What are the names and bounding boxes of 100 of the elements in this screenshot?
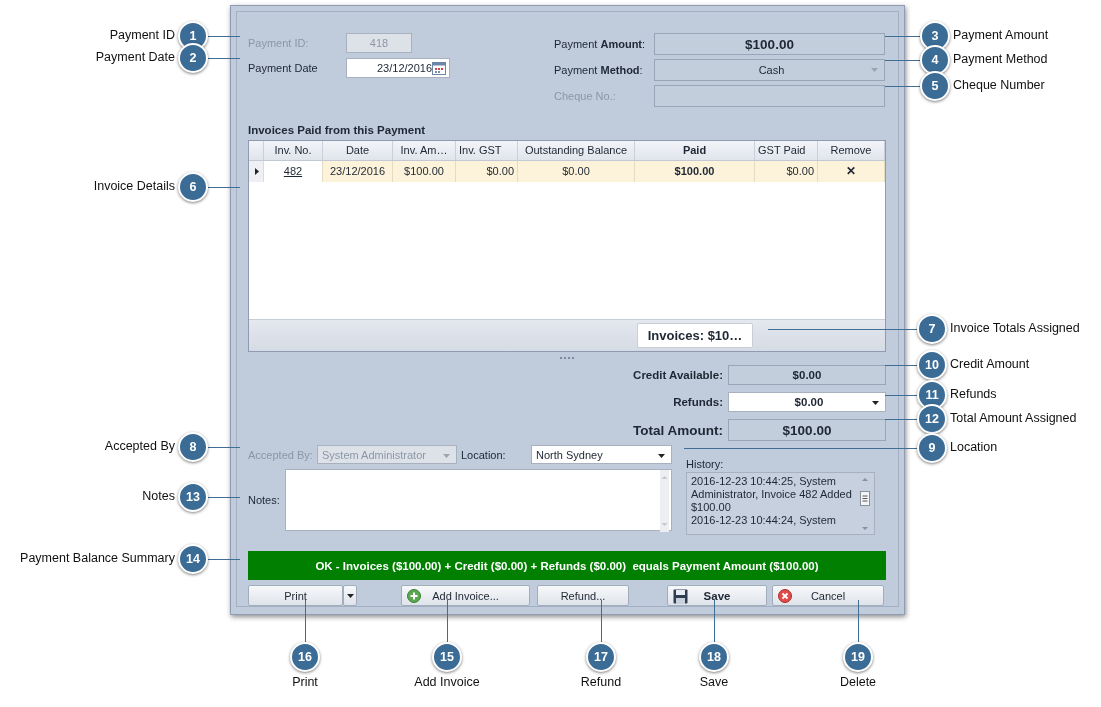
callout-label: Invoice Details <box>93 179 175 193</box>
field-label: Payment Amount: <box>554 38 647 50</box>
callout-label: Delete <box>838 675 878 689</box>
credit-field[interactable]: $0.00 <box>728 365 886 386</box>
callout-badge: 2 <box>178 43 208 73</box>
plus-icon <box>407 589 421 603</box>
leader-line <box>885 365 918 366</box>
leader-line <box>447 600 448 643</box>
leader-line <box>207 497 240 498</box>
callout-badge: 9 <box>917 433 947 463</box>
callout-label: Print <box>291 675 319 689</box>
status-bar: OK - Invoices ($100.00) + Credit ($0.00) + Refunds ($0.00) equals Payment Amount ($100.00) <box>248 551 886 580</box>
history-entry: 2016-12-23 10:44:25, System Administrator, Invoice 482 Added $100.00 <box>691 475 853 515</box>
caret-icon <box>443 454 450 459</box>
column-header[interactable]: Inv. No. <box>263 140 323 161</box>
leader-line <box>885 86 921 87</box>
field-label: Credit Available: <box>633 369 723 382</box>
field-label: Total Amount: <box>633 422 723 438</box>
callout-badge: 19 <box>843 642 873 672</box>
leader-line <box>885 395 918 396</box>
caret-icon <box>872 401 879 406</box>
callout-label: Payment Method <box>953 52 1048 66</box>
field-label: Payment Date <box>248 62 319 74</box>
field-label: Location: <box>461 448 507 461</box>
leader-line <box>305 600 306 643</box>
column-header[interactable]: Inv. GST <box>455 140 518 161</box>
leader-line <box>207 187 240 188</box>
leader-line <box>207 447 240 448</box>
remove-button[interactable]: ✕ <box>846 164 856 179</box>
callout-badge: 8 <box>178 432 208 462</box>
total-field[interactable]: $100.00 <box>728 419 886 442</box>
method-dropdown[interactable]: Cash <box>654 59 885 81</box>
callout-badge: 7 <box>917 314 947 344</box>
column-header[interactable]: Remove <box>817 140 885 161</box>
field-label: Refunds: <box>673 396 723 409</box>
print-button[interactable]: Print <box>248 585 343 606</box>
section-title: Invoices Paid from this Payment <box>248 124 427 138</box>
column-header[interactable]: Paid <box>634 140 755 161</box>
invoices-total: Invoices: $10… <box>637 323 753 349</box>
callout-label: Refunds <box>950 387 997 401</box>
refunds-dropdown[interactable]: $0.00 <box>728 392 886 413</box>
callout-badge: 6 <box>178 172 208 202</box>
location-dropdown[interactable]: North Sydney <box>531 445 672 465</box>
table-cell: $0.00 <box>786 165 814 178</box>
callout-label: Accepted By <box>104 439 175 453</box>
callout-label: Payment Balance Summary <box>20 551 175 565</box>
leader-line <box>885 60 921 61</box>
cancel-button[interactable]: Cancel <box>772 585 884 606</box>
callout-badge: 12 <box>917 404 947 434</box>
scrollbar <box>660 470 669 533</box>
table-cell: $100.00 <box>674 165 715 178</box>
leader-line <box>601 600 602 643</box>
column-header[interactable]: Outstanding Balance <box>517 140 635 161</box>
cancel-icon <box>778 589 792 603</box>
callout-label: Add Invoice <box>413 675 481 689</box>
leader-line <box>858 600 859 643</box>
field-label: Payment Method: <box>554 64 644 76</box>
amount-field[interactable]: $100.00 <box>654 33 885 55</box>
callout-badge: 17 <box>586 642 616 672</box>
callout-badge: 14 <box>178 544 208 574</box>
callout-label: Refund <box>579 675 623 689</box>
callout-label: Payment Amount <box>953 28 1049 42</box>
table-cell: $0.00 <box>562 165 590 178</box>
add-invoice-button[interactable]: Add Invoice... <box>401 585 530 606</box>
table-cell: $100.00 <box>404 165 444 178</box>
refund-button[interactable]: Refund... <box>537 585 629 606</box>
leader-line <box>885 419 918 420</box>
table-cell: 23/12/2016 <box>329 165 386 178</box>
callout-label: Save <box>698 675 730 689</box>
save-button[interactable]: Save <box>667 585 767 606</box>
column-header[interactable]: Inv. Am… <box>392 140 456 161</box>
date-field[interactable]: 23/12/2016 <box>346 58 450 78</box>
leader-line <box>207 58 240 59</box>
callout-label: Credit Amount <box>950 357 1030 371</box>
callout-badge: 4 <box>920 45 950 75</box>
callout-label: Payment ID <box>109 28 175 42</box>
leader-line <box>207 559 240 560</box>
splitter-grip <box>559 357 575 360</box>
history-entry: 2016-12-23 10:44:24, System <box>691 514 837 528</box>
leader-line <box>885 36 921 37</box>
callout-label: Cheque Number <box>953 78 1045 92</box>
caret-icon <box>871 68 878 72</box>
callout-badge: 18 <box>699 642 729 672</box>
callout-badge: 15 <box>432 642 462 672</box>
column-header[interactable]: GST Paid <box>754 140 818 161</box>
column-header[interactable]: Date <box>322 140 393 161</box>
caret-icon <box>346 593 354 598</box>
invoice-link[interactable]: 482 <box>283 165 303 178</box>
callout-badge: 13 <box>178 482 208 512</box>
invoice-row[interactable]: 482 23/12/2016 $100.00 $0.00 $0.00 $100.00 $0.00 ✕ <box>249 160 885 182</box>
callout-label: Invoice Totals Assigned <box>950 321 1080 335</box>
calendar-icon <box>432 61 446 75</box>
field-label: Notes: <box>248 494 281 507</box>
leader-line <box>207 36 240 37</box>
leader-line <box>714 600 715 643</box>
notes-field[interactable] <box>285 469 672 532</box>
callout-badge: 10 <box>917 350 947 380</box>
callout-label: Payment Date <box>95 50 175 64</box>
table-cell: $0.00 <box>486 165 514 178</box>
print-menu-button[interactable] <box>343 585 357 606</box>
